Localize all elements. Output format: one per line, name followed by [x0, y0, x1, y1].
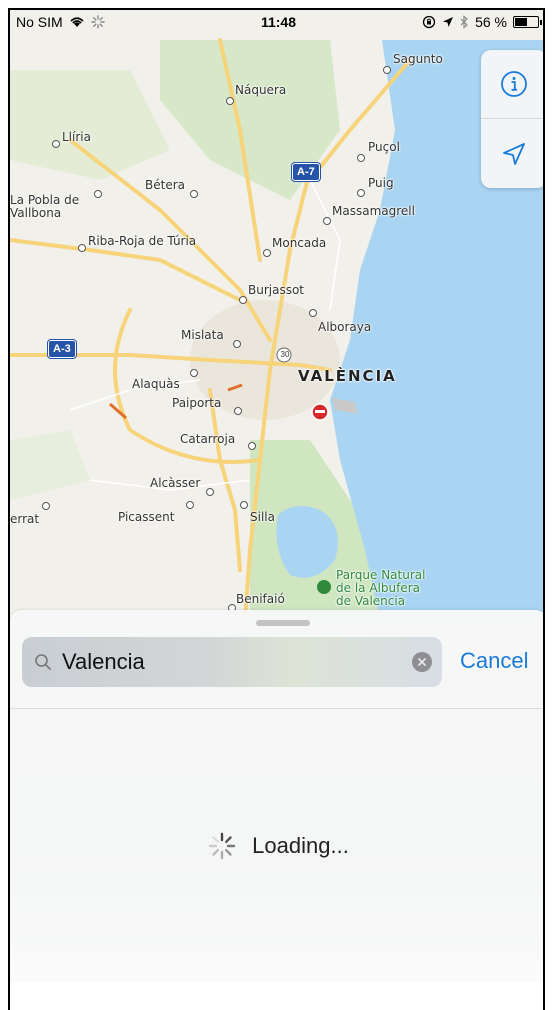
ring-road-shield: 30 [280, 350, 290, 359]
place-dot [248, 442, 256, 450]
loading-indicator: Loading... [10, 832, 543, 860]
map-controls [481, 50, 543, 188]
place-catarroja: Catarroja [180, 432, 236, 446]
place-burjassot: Burjassot [248, 283, 305, 297]
close-icon [418, 658, 426, 666]
map-canvas [10, 10, 543, 620]
place-torrent: errat [10, 512, 40, 526]
location-arrow-icon [503, 142, 525, 165]
place-dot [240, 501, 248, 509]
loading-spinner-icon [208, 832, 236, 860]
place-dot [52, 140, 60, 148]
place-naquera: Náquera [235, 83, 287, 97]
place-massamagrell: Massamagrell [332, 204, 415, 218]
place-dot [357, 189, 365, 197]
sheet-bottom [10, 982, 543, 1010]
clear-search-button[interactable] [412, 652, 432, 672]
search-bar[interactable] [22, 637, 442, 687]
place-dot [234, 407, 242, 415]
highway-shield-a7: A-7 [292, 163, 320, 181]
battery-icon [513, 16, 542, 28]
search-icon [35, 654, 51, 670]
place-dot [323, 217, 331, 225]
battery-percent: 56 % [475, 14, 507, 30]
place-dot [357, 154, 365, 162]
place-paiporta: Paiporta [172, 396, 222, 410]
place-betera: Bétera [145, 178, 185, 192]
battery-fill [515, 18, 527, 26]
place-alboraya: Alboraya [318, 320, 372, 334]
place-pobla: La Pobla de Vallbona [10, 193, 80, 220]
place-dot [233, 340, 241, 348]
place-benifaio: Benifaió [236, 592, 285, 606]
place-dot [206, 488, 214, 496]
info-icon [501, 71, 527, 97]
place-puig: Puig [368, 176, 394, 190]
place-pucol: Puçol [368, 140, 400, 154]
place-alaquas: Alaquàs [132, 377, 180, 391]
loading-text: Loading... [252, 833, 349, 858]
highway-shield-a3: A-3 [48, 340, 76, 358]
place-dot [94, 190, 102, 198]
status-bar: No SIM 11:48 56 % [10, 10, 543, 34]
place-dot [190, 369, 198, 377]
place-lliria: Llíria [62, 130, 91, 144]
search-input[interactable] [62, 645, 392, 679]
place-mislata: Mislata [181, 328, 224, 342]
place-valencia: VALÈNCIA [298, 367, 397, 385]
place-park: Parque Natural de la Albufera de Valenci… [336, 568, 426, 608]
place-picassent: Picassent [118, 510, 175, 524]
place-dot [263, 249, 271, 257]
place-dot [383, 66, 391, 74]
current-location-button[interactable] [481, 119, 543, 188]
device-frame: Sagunto Náquera Llíria Puçol Bétera Puig… [8, 8, 545, 1010]
search-sheet: Cancel Loading... [10, 610, 543, 1010]
place-sagunto: Sagunto [393, 52, 443, 66]
place-dot [239, 296, 247, 304]
location-services-icon [443, 17, 454, 27]
place-dot [78, 244, 86, 252]
place-silla: Silla [250, 510, 275, 524]
place-dot [42, 502, 50, 510]
divider [10, 708, 543, 709]
place-dot [226, 97, 234, 105]
cancel-button[interactable]: Cancel [460, 648, 528, 674]
bluetooth-icon [460, 15, 468, 29]
place-riba-roja: Riba-Roja de Túria [88, 234, 197, 248]
place-moncada: Moncada [272, 236, 327, 250]
place-dot [190, 190, 198, 198]
map-info-button[interactable] [481, 50, 543, 119]
place-dot [186, 501, 194, 509]
sheet-grabber[interactable] [256, 620, 310, 626]
place-dot [309, 309, 317, 317]
orientation-lock-icon [422, 15, 436, 29]
place-alcasser: Alcàsser [150, 476, 201, 490]
park-icon [317, 580, 331, 594]
map-view[interactable]: Sagunto Náquera Llíria Puçol Bétera Puig… [10, 10, 543, 620]
